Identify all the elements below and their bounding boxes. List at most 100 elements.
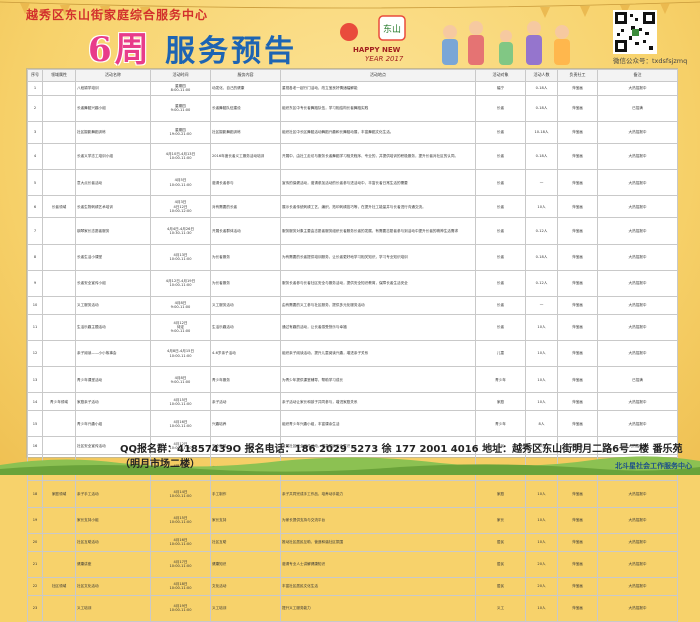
table-cell: 4月3日 4日12日 10:00-12:00 (150, 195, 211, 219)
table-cell: 8 (27, 243, 43, 271)
week-number: 6周 (88, 30, 152, 70)
table-cell: 萍宝画 (557, 392, 598, 412)
table-cell: 萍宝画 (557, 195, 598, 219)
table-cell: 义工培训 (75, 594, 151, 622)
footer-brand: 北斗星社会工作服务中心 (615, 462, 692, 470)
table-cell: 长者 (475, 269, 526, 297)
table-cell: 家长支持 (210, 506, 281, 534)
table-cell: 长者 (475, 120, 526, 144)
table-cell: 21 (27, 550, 43, 578)
table-cell: 萍宝画 (557, 480, 598, 508)
table-cell (42, 532, 76, 552)
logo-chars: 东山 (383, 23, 401, 35)
table-cell: 一 (525, 169, 558, 197)
schedule-sheet: 序号 领域属性 活动名称 活动时间 服务内容 活动地点 活动对象 活动人数 负责社工 备注 1 八段… (26, 68, 678, 622)
column-header: 负责社工 (557, 69, 598, 82)
table-cell: 为青少年提供课堂辅导，帮助学习成长 (280, 366, 476, 394)
table-cell: 3 (27, 120, 43, 144)
table-cell: 为长者服务 (210, 243, 281, 271)
table-cell: 开展中，由社工走访与服务长者舞蹈学习相关程序、专业的，并提供培训的积极服务，提升… (280, 142, 476, 171)
table-cell: 家庭亲子活动 (75, 392, 151, 412)
table-cell: 长者 (475, 142, 526, 171)
table-cell: 7 (27, 217, 43, 245)
table-row: 2 长者舞蹈兴趣小组 星期四 9:00-11:00 长者舞蹈队伍建设 组织东区中专长者舞… (27, 94, 678, 122)
table-cell: 家庭 (475, 392, 526, 412)
table-cell: 大热招报中 (597, 392, 678, 412)
table-cell: 大热招报中 (597, 142, 678, 171)
wechat-id: txdsfsjzmq (652, 57, 688, 65)
table-cell: 萍宝画 (557, 532, 598, 552)
column-header: 备注 (597, 69, 678, 82)
table-row: 10 义工服务活动 4月8日 9:00-11:00 义工服务活动 由有需要的义工参与社区… (27, 295, 678, 315)
table-cell: 服务服务对象主要由志愿者服务组织长者服务长者的发展，有需要志愿者参与到活动中提升… (280, 217, 476, 245)
table-cell: 大热招报中 (597, 195, 678, 219)
table-cell (42, 217, 76, 245)
table-cell: 兴趣培养 (210, 410, 281, 438)
table-cell: 组织社区中长区舞蹈活动舞蹈兴趣和长舞蹈动展，丰富舞蹈文化生活。 (280, 120, 476, 144)
table-cell: 义工服务活动 (75, 295, 151, 315)
table-cell: 手工制作 (210, 480, 281, 508)
table-cell (42, 594, 76, 622)
table-cell: 社区领域 (42, 576, 76, 596)
table-cell: 青少年服务 (210, 366, 281, 394)
table-cell: 对有需要的长者 (210, 195, 281, 219)
table-cell: 居民 (475, 532, 526, 552)
title-text: 服务预告 (151, 34, 298, 69)
table-cell: 为家长提供支持与交流平台 (280, 506, 476, 534)
table-cell: 0-12人 (525, 269, 558, 297)
table-cell: 10人 (525, 366, 558, 394)
table-cell: 10人 (525, 506, 558, 534)
table-cell: 青少年 (475, 410, 526, 438)
table-cell: 4月14日 10:00-11:00 (150, 480, 211, 508)
table-cell: 4月12日-4月19日 10:00-11:00 (150, 269, 211, 297)
table-cell: 长者舞蹈兴趣小组 (75, 94, 151, 122)
table-row: 11 生活乐趣主题活动 4月12日 待定 9:00-11:00 生活乐趣活动 通过有趣的… (27, 313, 678, 341)
table-cell: 萍宝画 (557, 366, 598, 394)
table-cell: 星期四 19:00-21:00 (150, 120, 211, 144)
table-cell: 大热招报中 (597, 576, 678, 596)
table-cell: 居民 (475, 550, 526, 578)
table-cell: 9 (27, 269, 43, 297)
table-cell: 家长支持小组 (75, 506, 151, 534)
table-cell: 通过有趣的活动，让长者感受快乐与幸福 (280, 313, 476, 341)
table-cell: 长者 (475, 94, 526, 122)
table-cell: 萍宝画 (557, 295, 598, 315)
table-cell: 20 (27, 532, 43, 552)
table-cell: 健康讲座 (75, 550, 151, 578)
table-cell: 社区互助 (210, 532, 281, 552)
table-cell (42, 94, 76, 122)
table-cell: 重视各老一起行门活动，改立宝良好情绪幅解能 (280, 81, 476, 96)
table-cell: 4月16日 10:00-11:00 (150, 532, 211, 552)
table-cell: 4月17日 10:00-11:00 (150, 550, 211, 578)
table-cell: 长者 (475, 313, 526, 341)
table-cell: 4月8日 9:00-11:00 (150, 366, 211, 394)
table-cell: 22 (27, 576, 43, 596)
logo-year: YEAR 2017 (365, 55, 404, 63)
table-cell: 青少年课堂活动 (75, 366, 151, 394)
table-cell: 10人 (525, 195, 558, 219)
table-cell: 星期四 8:00-11:00 (150, 81, 211, 96)
column-header: 活动人数 (525, 69, 558, 82)
table-cell: 萍宝画 (557, 81, 598, 96)
table-cell: 大热招报中 (597, 339, 678, 368)
table-cell: 10-18人 (525, 120, 558, 144)
table-cell: 生活乐趣主题活动 (75, 313, 151, 341)
table-cell: 大热招报中 (597, 169, 678, 197)
table-row: 7 钢琴家长志愿者服务 4月4日-4月26日 10:30-11:30 开展长者群体活动… (27, 217, 678, 245)
table-cell: 18 (27, 480, 43, 508)
table-cell: 长者生物刺绣艺术培训 (75, 195, 151, 219)
table-row: 18 家庭领域 亲子手工活动 4月14日 10:00-11:00 手工制作 亲子共同完成手… (27, 480, 678, 508)
column-header: 活动名称 (75, 69, 151, 82)
column-header: 领域属性 (42, 69, 76, 82)
table-cell (42, 550, 76, 578)
table-cell (42, 243, 76, 271)
table-cell: 长者领域 (42, 195, 76, 219)
table-cell: 4月8日 9:00-11:00 (150, 295, 211, 315)
table-cell: 10人 (525, 480, 558, 508)
table-cell: 文化活动 (210, 576, 281, 596)
table-row: 5 意大点长者活动 4月5日 10:00-11:00 邀请长者参与 宣传的保健活动，邀请… (27, 169, 678, 197)
wechat-info: 微信公众号：txdsfsjzmq (613, 55, 687, 65)
table-cell (42, 81, 76, 96)
table-cell: 15 (27, 410, 43, 438)
table-cell: 0-18人 (525, 243, 558, 271)
